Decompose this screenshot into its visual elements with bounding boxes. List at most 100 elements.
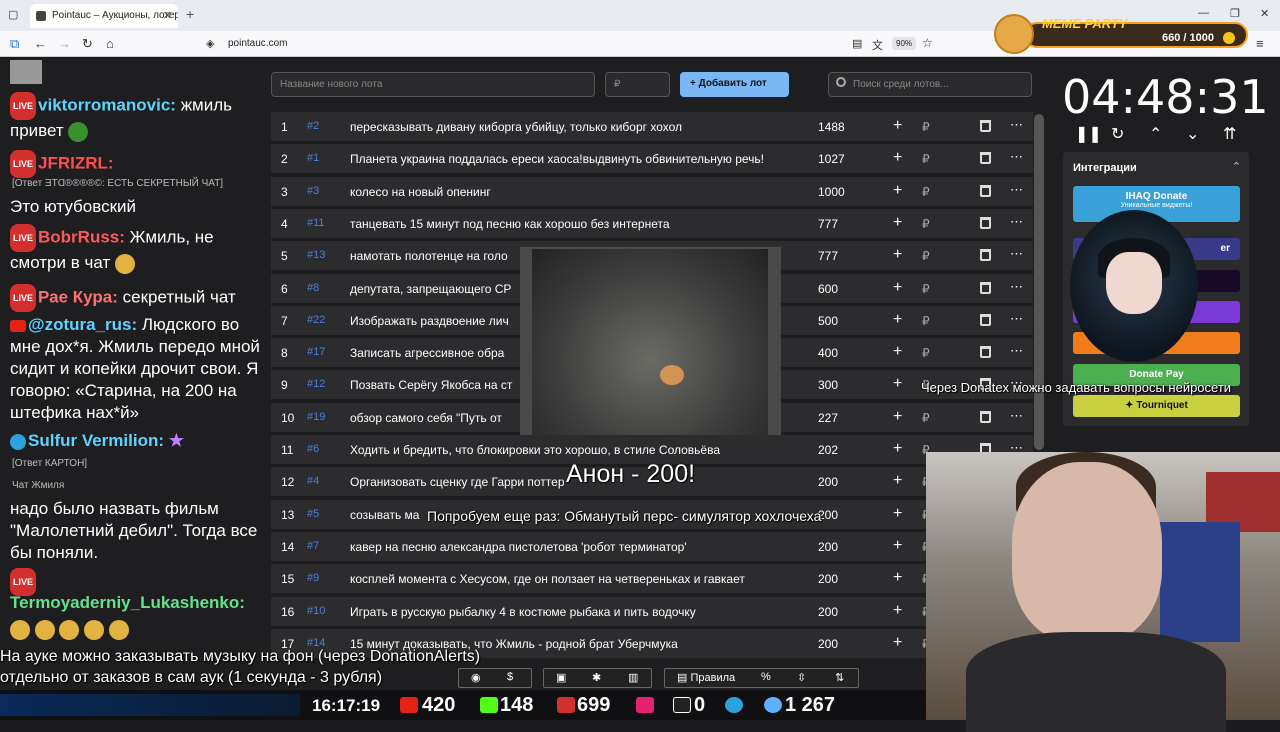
lot-row[interactable]: 1 #2 пересказывать дивану киборга убийцу, … [271,112,1033,141]
lot-row[interactable]: 14 #7 кавер на песню александра пистолетов… [271,531,1033,561]
lot-amount[interactable]: 777 [818,249,838,263]
collapse-icon[interactable]: ⌃ [1232,160,1241,173]
add-amount-icon[interactable]: + [893,505,902,523]
delete-icon[interactable] [980,184,991,197]
delete-icon[interactable] [980,216,991,229]
delete-icon[interactable] [980,313,991,326]
new-lot-input[interactable]: Название нового лота [271,72,595,97]
add-amount-icon[interactable]: + [893,472,902,490]
new-tab-icon[interactable]: + [186,6,194,22]
home-icon[interactable]: ⌂ [106,36,114,51]
delete-icon[interactable] [980,410,991,423]
rub-icon[interactable]: ₽ [922,152,930,166]
pause-icon[interactable]: ❚❚ [1075,124,1102,144]
lot-row[interactable]: 15 #9 косплей момента с Хесусом, где он по… [271,564,1033,594]
github-icon[interactable]: ◉ [471,671,481,684]
rub-icon[interactable]: ₽ [922,411,930,425]
lot-amount[interactable]: 400 [818,346,838,360]
more-icon[interactable]: ⋯ [1010,408,1023,424]
lot-amount[interactable]: 300 [818,378,838,392]
add-amount-icon[interactable]: + [893,246,902,264]
delete-icon[interactable] [980,281,991,294]
dollar-icon[interactable]: $ [507,671,513,683]
lot-name[interactable]: косплей момента с Хесусом, где он ползае… [350,572,790,586]
lot-amount[interactable]: 200 [818,637,838,651]
add-amount-icon[interactable]: + [893,149,902,167]
lot-amount[interactable]: 600 [818,282,838,296]
more-icon[interactable]: ⋯ [1010,343,1023,359]
lot-amount[interactable]: 500 [818,314,838,328]
lot-search-input[interactable]: Поиск среди лотов... [828,72,1032,97]
back-icon[interactable]: ← [34,36,47,51]
reset-icon[interactable]: ↻ [1111,124,1124,144]
sort-icon[interactable]: ⇅ [835,671,844,684]
tourniquet-button[interactable]: ✦ Tourniquet [1073,395,1240,417]
lot-name[interactable]: колесо на новый опенинг [350,185,790,199]
lot-amount[interactable]: 1000 [818,185,845,199]
more-icon[interactable]: ⋯ [1010,279,1023,295]
rub-icon[interactable]: ₽ [922,185,930,199]
rub-icon[interactable]: ₽ [922,217,930,231]
percent-icon[interactable]: % [761,671,771,683]
zoom-level[interactable]: 90% [892,37,917,50]
add-amount-icon[interactable]: + [893,343,902,361]
lot-name[interactable]: Ходить и бредить, что блокировки это хор… [350,443,790,457]
tab-list-icon[interactable]: ▢ [8,8,18,21]
timer-up-icon[interactable]: ⌃ [1149,124,1162,144]
add-amount-icon[interactable]: + [893,375,902,393]
lot-amount[interactable]: 200 [818,572,838,586]
add-amount-icon[interactable]: + [893,311,902,329]
add-lot-button[interactable]: + Добавить лот [680,72,789,97]
reload-icon[interactable]: ↻ [82,36,93,52]
lot-name[interactable]: кавер на песню александра пистолетова 'р… [350,540,790,554]
add-amount-icon[interactable]: + [893,117,902,135]
lot-name[interactable]: танцевать 15 минут под песню как хорошо … [350,217,790,231]
close-window-icon[interactable]: ✕ [1260,7,1269,20]
lot-name[interactable]: пересказывать дивану киборга убийцу, тол… [350,120,790,134]
add-amount-icon[interactable]: + [893,408,902,426]
lot-row[interactable]: 3 #3 колесо на новый опенинг 1000 + ₽ ⋯ [271,176,1033,206]
browser-tab[interactable]: Pointauc – Аукционы, лотереи ✕ [30,4,178,28]
add-amount-icon[interactable]: + [893,279,902,297]
lot-amount[interactable]: 1027 [818,152,845,166]
save-icon[interactable]: ▣ [556,671,566,684]
delete-icon[interactable] [980,152,991,165]
more-icon[interactable]: ⋯ [1010,246,1023,262]
add-amount-icon[interactable]: + [893,214,902,232]
lot-row[interactable]: 16 #10 Играть в русскую рыбалку 4 в костюм… [271,596,1033,626]
shield-icon[interactable]: ◈ [206,37,214,50]
lot-amount[interactable]: 200 [818,540,838,554]
add-amount-icon[interactable]: + [893,537,902,555]
lot-amount[interactable]: 200 [818,475,838,489]
url-bar[interactable]: pointauc.com [228,38,287,49]
more-icon[interactable]: ⋯ [1010,149,1023,165]
lot-amount[interactable]: 777 [818,217,838,231]
lot-amount[interactable]: 202 [818,443,838,457]
timer-double-up-icon[interactable]: ⇈ [1223,124,1236,144]
delete-icon[interactable] [980,120,991,132]
lot-amount[interactable]: 227 [818,411,838,425]
forward-icon[interactable]: → [58,36,71,51]
close-tab-icon[interactable]: ✕ [163,9,172,22]
lot-amount[interactable]: 1488 [818,120,845,134]
rub-icon[interactable]: ₽ [922,282,930,296]
rub-icon[interactable]: ₽ [922,249,930,263]
add-amount-icon[interactable]: + [893,569,902,587]
lot-name[interactable]: Играть в русскую рыбалку 4 в костюме рыб… [350,605,790,619]
reader-icon[interactable]: ▤ [852,37,862,50]
lot-row[interactable]: 2 #1 Планета украина поддалась ереси хаоса… [271,144,1033,174]
add-amount-icon[interactable]: + [893,602,902,620]
add-amount-icon[interactable]: + [893,182,902,200]
rub-icon[interactable]: ₽ [922,120,930,134]
clear-icon[interactable]: ▥ [628,671,638,684]
rules-button[interactable]: ▤ Правила [677,671,735,684]
rub-icon[interactable]: ₽ [922,314,930,328]
more-icon[interactable]: ⋯ [1010,214,1023,230]
more-icon[interactable]: ⋯ [1010,182,1023,198]
add-amount-icon[interactable]: + [893,634,902,652]
translate-icon[interactable]: 文 [872,37,883,53]
lot-amount[interactable]: 200 [818,605,838,619]
delete-icon[interactable] [980,249,991,262]
sidebar-icon[interactable]: ⧉ [10,36,19,52]
delete-icon[interactable] [980,346,991,359]
